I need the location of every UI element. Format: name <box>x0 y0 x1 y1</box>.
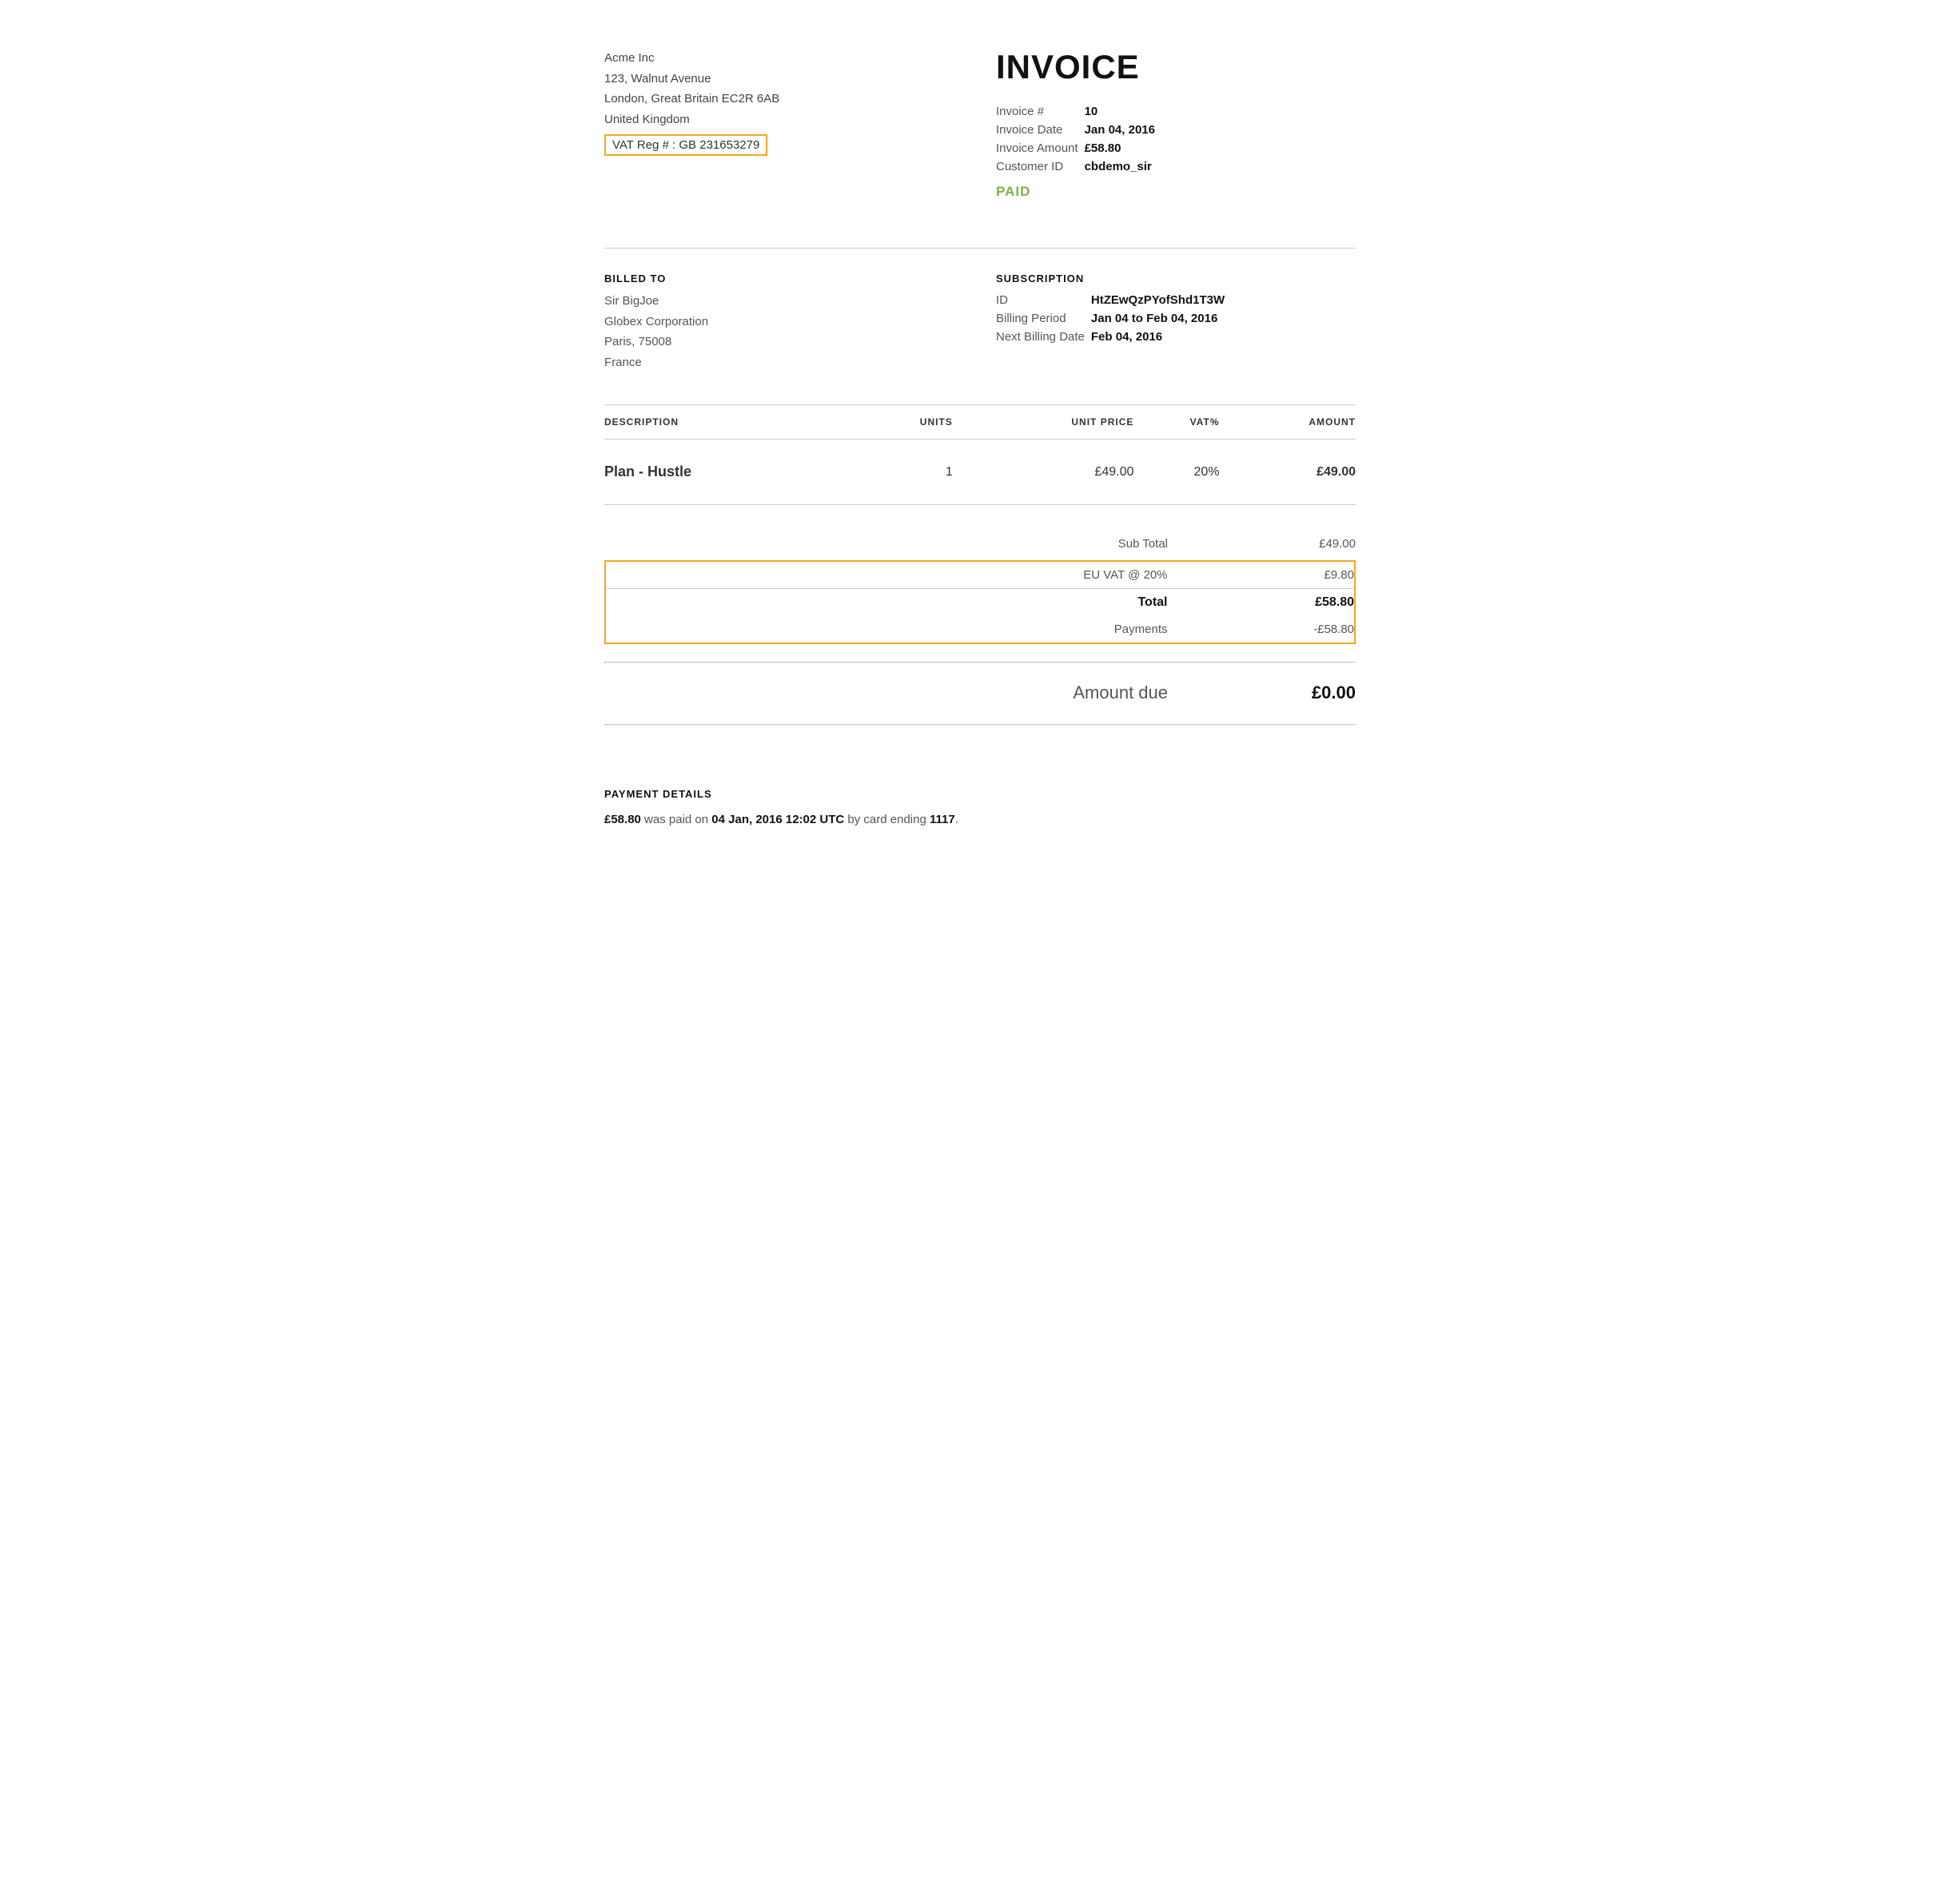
vat-reg-label: VAT Reg # : <box>612 138 675 152</box>
invoice-date-label: Invoice Date <box>996 121 1085 139</box>
invoice-amount-value: £58.80 <box>1085 139 1161 157</box>
col-header-units: UNITS <box>858 405 953 440</box>
payment-last4: 1117 <box>930 813 955 826</box>
subscription-info: SUBSCRIPTION ID HtZEwQzPYofShd1T3W Billi… <box>964 273 1356 372</box>
billing-section: BILLED TO Sir BigJoe Globex Corporation … <box>604 273 1356 372</box>
payment-details-label: PAYMENT DETAILS <box>604 788 1356 800</box>
payment-method: card <box>863 813 886 826</box>
table-row: Plan - Hustle 1 £49.00 20% £49.00 <box>604 440 1356 505</box>
billed-to-name: Sir BigJoe <box>604 291 964 312</box>
subscription-details-table: ID HtZEwQzPYofShd1T3W Billing Period Jan… <box>996 291 1231 346</box>
billed-to-city: Paris, 75008 <box>604 332 964 352</box>
invoice-details-table: Invoice # 10 Invoice Date Jan 04, 2016 I… <box>996 102 1161 176</box>
invoice-number-label: Invoice # <box>996 102 1085 121</box>
sub-period-label: Billing Period <box>996 309 1091 328</box>
items-table: DESCRIPTION UNITS UNIT PRICE VAT% AMOUNT… <box>604 404 1356 505</box>
amount-due-label: Amount due <box>604 670 1168 710</box>
vat-reg-box: VAT Reg # : GB 231653279 <box>604 134 767 156</box>
highlighted-totals-table: EU VAT @ 20% £9.80 Total £58.80 Payments… <box>604 560 1356 644</box>
billed-to: BILLED TO Sir BigJoe Globex Corporation … <box>604 273 964 372</box>
company-address1: 123, Walnut Avenue <box>604 69 964 90</box>
row-vat: 20% <box>1133 440 1219 505</box>
amount-due-bottom-divider <box>604 724 1356 726</box>
row-unit-price: £49.00 <box>953 440 1134 505</box>
payments-label: Payments <box>605 616 1168 643</box>
payment-text-end: . <box>955 813 958 826</box>
amount-due-value: £0.00 <box>1168 670 1356 710</box>
divider-1 <box>604 248 1356 249</box>
company-address3: United Kingdom <box>604 109 964 130</box>
company-address2: London, Great Britain EC2R 6AB <box>604 89 964 109</box>
total-label: Total <box>605 589 1168 617</box>
col-header-amount: AMOUNT <box>1220 405 1356 440</box>
col-header-vat: VAT% <box>1133 405 1219 440</box>
row-amount: £49.00 <box>1220 440 1356 505</box>
amount-due-table: Amount due £0.00 <box>604 647 1356 732</box>
sub-next-billing-label: Next Billing Date <box>996 328 1091 346</box>
col-header-description: DESCRIPTION <box>604 405 858 440</box>
sub-next-billing-value: Feb 04, 2016 <box>1091 328 1231 346</box>
payment-text-mid3: ending <box>887 813 930 826</box>
payment-text-mid2: by <box>844 813 863 826</box>
invoice-meta: INVOICE Invoice # 10 Invoice Date Jan 04… <box>964 48 1356 200</box>
subscription-label: SUBSCRIPTION <box>996 273 1356 284</box>
customer-id-value: cbdemo_sir <box>1085 157 1161 176</box>
sub-id-value: HtZEwQzPYofShd1T3W <box>1091 291 1231 309</box>
eu-vat-value: £9.80 <box>1168 561 1356 589</box>
company-name: Acme Inc <box>604 48 964 69</box>
customer-id-label: Customer ID <box>996 157 1085 176</box>
payment-details: PAYMENT DETAILS £58.80 was paid on 04 Ja… <box>604 772 1356 826</box>
invoice-header: Acme Inc 123, Walnut Avenue London, Grea… <box>604 48 1356 200</box>
payment-details-text: £58.80 was paid on 04 Jan, 2016 12:02 UT… <box>604 813 1356 826</box>
subtotal-label: Sub Total <box>604 521 1168 557</box>
totals-table: Sub Total £49.00 <box>604 521 1356 557</box>
billed-to-company: Globex Corporation <box>604 312 964 332</box>
row-description: Plan - Hustle <box>604 440 858 505</box>
col-header-unit-price: UNIT PRICE <box>953 405 1134 440</box>
totals-section: Sub Total £49.00 EU VAT @ 20% £9.80 Tota… <box>604 521 1356 732</box>
subtotal-value: £49.00 <box>1168 521 1356 557</box>
sub-id-label: ID <box>996 291 1091 309</box>
paid-status: PAID <box>996 184 1356 200</box>
payment-date: 04 Jan, 2016 12:02 UTC <box>711 813 844 826</box>
payment-text-mid1: was paid on <box>641 813 711 826</box>
invoice-title: INVOICE <box>996 48 1356 86</box>
billed-to-country: France <box>604 352 964 373</box>
vat-reg-number: GB 231653279 <box>679 138 759 152</box>
invoice-number-value: 10 <box>1085 102 1161 121</box>
sub-period-value: Jan 04 to Feb 04, 2016 <box>1091 309 1231 328</box>
payments-value: -£58.80 <box>1168 616 1356 643</box>
invoice-date-value: Jan 04, 2016 <box>1085 121 1161 139</box>
row-units: 1 <box>858 440 953 505</box>
eu-vat-label: EU VAT @ 20% <box>605 561 1168 589</box>
company-info: Acme Inc 123, Walnut Avenue London, Grea… <box>604 48 964 200</box>
invoice-amount-label: Invoice Amount <box>996 139 1085 157</box>
payment-amount: £58.80 <box>604 813 641 826</box>
amount-due-divider <box>604 662 1356 663</box>
billed-to-label: BILLED TO <box>604 273 964 284</box>
total-value: £58.80 <box>1168 589 1356 617</box>
